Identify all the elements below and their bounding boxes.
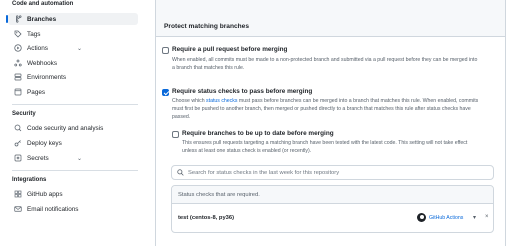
sidebar-item-code-security[interactable]: Code security and analysis xyxy=(8,122,138,134)
sidebar-divider xyxy=(12,170,138,171)
sidebar-item-label: Deploy keys xyxy=(27,139,62,147)
sidebar-section-integrations: Integrations xyxy=(12,177,47,183)
asterisk-icon xyxy=(12,154,24,162)
sidebar-section-code-automation: Code and automation xyxy=(12,1,74,7)
require-status-checks-description: Choose which status checks must pass bef… xyxy=(172,97,504,121)
require-status-checks-checkbox[interactable] xyxy=(162,89,169,96)
sidebar-item-label: GitHub apps xyxy=(27,190,63,198)
play-icon xyxy=(12,44,24,52)
require-up-to-date-description: This ensures pull requests targeting a m… xyxy=(182,139,504,155)
mail-icon xyxy=(12,205,24,213)
sidebar-item-label: Tags xyxy=(27,30,41,38)
github-actions-app-badge[interactable]: GitHub Actions xyxy=(417,213,463,222)
tag-icon xyxy=(12,30,24,38)
sidebar-item-label: Secrets xyxy=(27,154,49,162)
require-pr-description: When enabled, all commits must be made t… xyxy=(172,56,502,72)
sidebar-item-tags[interactable]: Tags xyxy=(8,28,138,40)
panel-header: Protect matching branches xyxy=(156,0,505,37)
apps-icon xyxy=(12,190,24,198)
sidebar-item-secrets[interactable]: Secrets ⌄ xyxy=(8,152,138,164)
webhook-icon xyxy=(12,59,24,67)
key-icon xyxy=(12,139,24,147)
sidebar-item-label: Webhooks xyxy=(27,59,58,67)
description-line: passed. xyxy=(172,114,191,120)
search-input[interactable] xyxy=(188,169,478,176)
required-checks-header-text: Status checks that are required. xyxy=(178,192,260,198)
description-line: a branch that matches this rule. xyxy=(172,65,245,71)
sidebar-item-webhooks[interactable]: Webhooks xyxy=(8,57,138,69)
required-checks-list: Status checks that are required. xyxy=(171,185,494,233)
sidebar-item-environments[interactable]: Environments xyxy=(8,71,138,83)
branch-icon xyxy=(12,15,24,23)
description-text: Choose which xyxy=(172,98,207,104)
sidebar-section-security: Security xyxy=(12,111,36,117)
codescan-icon xyxy=(12,124,24,132)
description-line: Choose which status checks must pass bef… xyxy=(172,97,504,105)
description-line: unless at least one status check is enab… xyxy=(182,148,312,154)
sidebar-item-deploy-keys[interactable]: Deploy keys xyxy=(8,137,138,149)
description-line: When enabled, all commits must be made t… xyxy=(172,57,478,63)
sidebar-item-label: Environments xyxy=(27,73,67,81)
description-line: This ensures pull requests targeting a m… xyxy=(182,140,468,146)
settings-sidebar: Code and automation Branches Tags Action… xyxy=(0,0,140,246)
server-icon xyxy=(12,73,24,81)
sidebar-item-actions[interactable]: Actions ⌄ xyxy=(8,42,138,54)
panel-title: Protect matching branches xyxy=(164,23,250,30)
sidebar-item-pages[interactable]: Pages xyxy=(8,86,138,98)
sidebar-item-label: Email notifications xyxy=(27,205,79,213)
require-pr-checkbox[interactable] xyxy=(162,47,169,54)
required-checks-header: Status checks that are required. xyxy=(172,186,493,204)
sidebar-item-github-apps[interactable]: GitHub apps xyxy=(8,188,138,200)
github-actions-icon xyxy=(417,213,426,222)
chevron-down-icon: ⌄ xyxy=(76,155,82,162)
sidebar-item-label: Pages xyxy=(27,88,46,96)
status-check-name: test (centos-8, py36) xyxy=(178,215,235,221)
sidebar-item-label: Branches xyxy=(27,15,57,23)
sidebar-item-label: Actions xyxy=(27,44,48,52)
sidebar-item-email-notifications[interactable]: Email notifications xyxy=(8,203,138,215)
description-line: must first be pushed to another branch, … xyxy=(172,106,471,112)
search-icon xyxy=(177,169,184,176)
require-pr-label[interactable]: Require a pull request before merging xyxy=(172,46,287,53)
browser-icon xyxy=(12,88,24,96)
remove-check-button[interactable]: × xyxy=(485,214,489,220)
chevron-down-icon: ⌄ xyxy=(76,45,82,52)
status-checks-link[interactable]: status checks xyxy=(206,98,237,104)
require-up-to-date-checkbox[interactable] xyxy=(172,131,179,138)
sidebar-item-label: Code security and analysis xyxy=(27,124,104,132)
sidebar-item-branches[interactable]: Branches xyxy=(6,13,138,25)
status-checks-search[interactable] xyxy=(171,165,494,180)
sidebar-divider xyxy=(12,104,138,105)
require-up-to-date-label[interactable]: Require branches to be up to date before… xyxy=(182,130,334,137)
app-source-label: GitHub Actions xyxy=(429,214,464,221)
require-status-checks-label[interactable]: Require status checks to pass before mer… xyxy=(172,88,312,95)
app-source-dropdown-caret[interactable]: ▾ xyxy=(473,214,476,221)
description-text: must pass before branches can be merged … xyxy=(237,98,479,104)
